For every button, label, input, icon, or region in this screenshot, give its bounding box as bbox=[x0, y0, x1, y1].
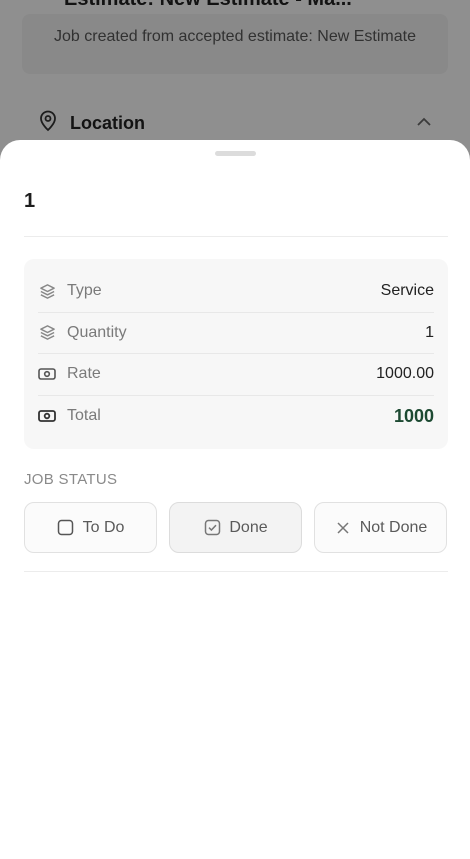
sheet-title: 1 bbox=[24, 190, 36, 212]
divider bbox=[24, 571, 448, 572]
layers-icon bbox=[38, 324, 56, 342]
status-todo-button[interactable]: To Do bbox=[24, 502, 157, 553]
x-icon bbox=[334, 519, 352, 537]
line-item-bottom-sheet: 1 Type Service Quantity 1 Rate 1000.00 T… bbox=[0, 140, 470, 859]
job-status-options: To Do Done Not Done bbox=[24, 502, 447, 553]
sheet-drag-handle[interactable] bbox=[215, 151, 256, 156]
banknote-icon bbox=[38, 407, 56, 425]
status-not-done-button[interactable]: Not Done bbox=[314, 502, 447, 553]
status-not-done-label: Not Done bbox=[359, 518, 428, 536]
line-item-details-card: Type Service Quantity 1 Rate 1000.00 Tot… bbox=[24, 259, 448, 449]
detail-row-type: Type Service bbox=[38, 271, 434, 313]
total-value: 1000 bbox=[393, 405, 434, 426]
job-status-heading: JOB STATUS bbox=[24, 471, 118, 488]
detail-label: Type bbox=[67, 282, 102, 300]
banknote-icon bbox=[38, 365, 56, 383]
detail-row-total: Total 1000 bbox=[38, 396, 434, 438]
checkbox-checked-icon bbox=[203, 519, 221, 537]
detail-label: Quantity bbox=[67, 323, 127, 341]
detail-label: Total bbox=[67, 407, 101, 425]
status-todo-label: To Do bbox=[82, 518, 125, 536]
detail-row-rate: Rate 1000.00 bbox=[38, 354, 434, 396]
layers-icon bbox=[38, 282, 56, 300]
detail-row-quantity: Quantity 1 bbox=[38, 313, 434, 354]
status-done-label: Done bbox=[229, 518, 268, 536]
detail-value: Service bbox=[380, 282, 434, 300]
checkbox-empty-icon bbox=[57, 519, 75, 537]
detail-value: 1000.00 bbox=[376, 365, 434, 383]
detail-label: Rate bbox=[67, 365, 101, 383]
status-done-button[interactable]: Done bbox=[169, 502, 302, 553]
divider bbox=[24, 236, 448, 237]
detail-value: 1 bbox=[425, 323, 434, 341]
